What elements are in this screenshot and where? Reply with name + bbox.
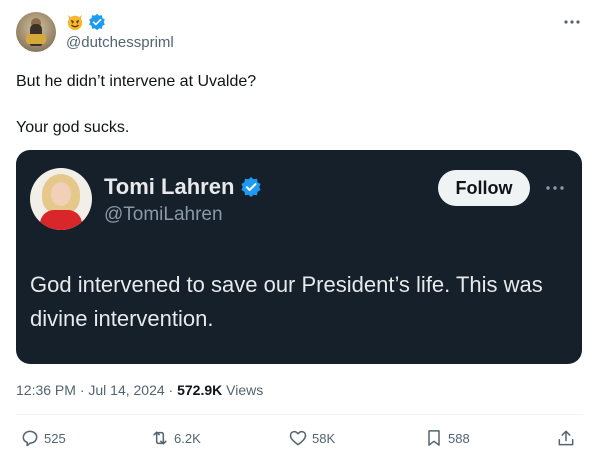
avatar-face — [51, 182, 71, 206]
bookmark-icon — [428, 430, 440, 446]
author-handle[interactable]: @dutchesspriml — [66, 34, 174, 51]
embedded-author-handle: @TomiLahren — [104, 204, 223, 225]
avatar-detail — [26, 34, 46, 44]
repost-icon — [153, 431, 167, 445]
divider — [16, 414, 582, 415]
author-name-row[interactable] — [66, 12, 106, 32]
repost-button[interactable]: 6.2K — [150, 428, 201, 448]
follow-button: Follow — [438, 170, 530, 206]
views-count: 572.9K — [177, 382, 223, 398]
repost-count: 6.2K — [174, 430, 201, 446]
bookmark-count: 588 — [448, 430, 470, 446]
share-icon — [558, 430, 574, 446]
smiling-devil-icon — [67, 14, 83, 31]
post-text-line-2: Your god sucks. — [16, 119, 130, 136]
reply-icon — [22, 430, 38, 447]
like-count: 58K — [312, 430, 336, 446]
embedded-tweet-text: God intervened to save our President’s l… — [30, 272, 543, 331]
views-label: Views — [222, 382, 264, 398]
heart-icon — [289, 430, 307, 446]
avatar-dress — [40, 210, 82, 230]
reply-count: 525 — [44, 430, 66, 446]
post-timestamp[interactable]: 12:36 PM · Jul 14, 2024 · — [16, 382, 177, 398]
bookmark-button[interactable]: 588 — [424, 428, 470, 448]
post-metadata: 12:36 PM · Jul 14, 2024 · 572.9K Views — [16, 382, 263, 398]
embedded-tweet-image[interactable]: Tomi Lahren @TomiLahren Follow God inter… — [16, 150, 582, 364]
more-options-icon — [546, 186, 564, 190]
reply-button[interactable]: 525 — [20, 428, 66, 448]
verified-badge-icon — [241, 177, 261, 197]
embedded-author-name: Tomi Lahren — [104, 174, 235, 199]
tweet: @dutchesspriml But he didn’t intervene a… — [0, 0, 598, 464]
embedded-author-avatar — [30, 168, 92, 230]
action-bar: 525 6.2K 58K 588 — [16, 424, 582, 456]
share-button[interactable] — [556, 428, 576, 448]
like-button[interactable]: 58K — [288, 428, 335, 448]
verified-badge-icon[interactable] — [88, 13, 106, 31]
post-text-line-1: But he didn’t intervene at Uvalde? — [16, 73, 257, 90]
author-avatar[interactable] — [16, 12, 56, 52]
embedded-name-row: Tomi Lahren — [104, 174, 262, 200]
more-options-icon[interactable] — [562, 12, 582, 32]
